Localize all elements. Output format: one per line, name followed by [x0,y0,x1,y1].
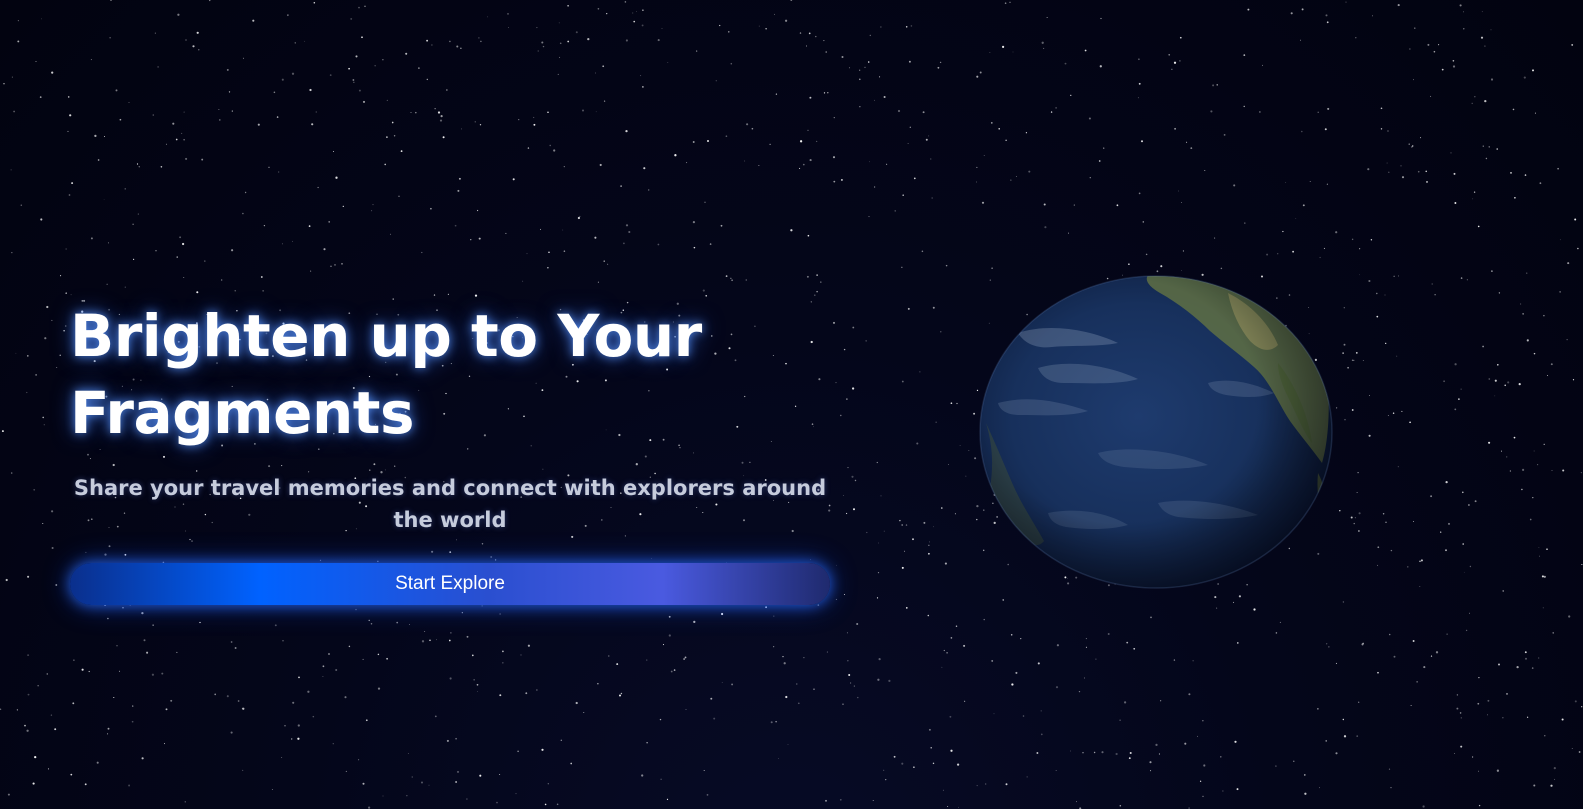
start-explore-button[interactable]: Start Explore [70,563,830,605]
earth-globe-icon[interactable] [978,273,1334,591]
hero-subtitle: Share your travel memories and connect w… [73,476,827,532]
hero-title: Brighten up to Your Fragments [70,302,702,447]
